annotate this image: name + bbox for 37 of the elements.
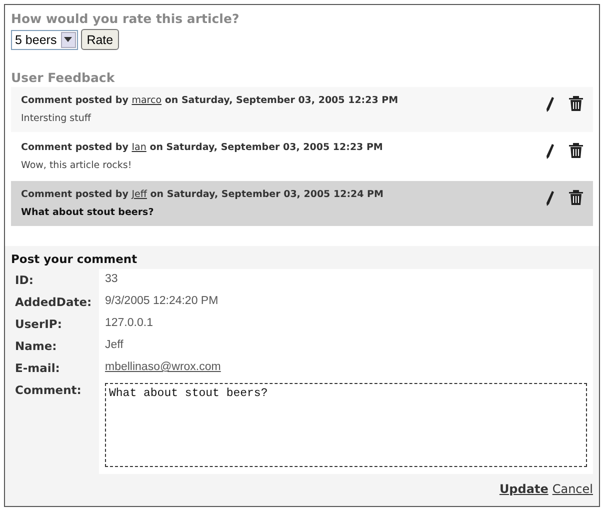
section-title: User Feedback (11, 70, 116, 85)
comment-card[interactable]: Comment posted by marco on Saturday, September 03, 2005 12:23 PM Intersting stuff (11, 87, 593, 132)
field-value: 33 (99, 269, 593, 291)
field-label: Name: (14, 338, 58, 355)
comment-text: Wow, this article rocks! (21, 160, 133, 171)
pencil-icon[interactable] (545, 143, 555, 160)
author-link[interactable]: marco (132, 95, 162, 106)
comment-header: Comment posted by Ian on Saturday, September 03, 2005 12:23 PM (21, 142, 383, 153)
author-link[interactable]: Jeff (132, 189, 147, 200)
trash-icon[interactable] (569, 190, 583, 205)
action-link[interactable]: Update (499, 482, 548, 496)
rating-select[interactable]: 5 beers (11, 30, 78, 50)
trash-icon[interactable] (569, 96, 583, 111)
rating-question: How would you rate this article? (11, 11, 240, 26)
rate-button[interactable]: Rate (80, 29, 120, 50)
action-link[interactable]: Cancel (552, 482, 593, 496)
pencil-icon[interactable] (545, 190, 555, 207)
field-label: ID: (14, 272, 34, 289)
field-value: Jeff (99, 335, 593, 357)
field-label: AddedDate: (14, 294, 93, 311)
comment-text: What about stout beers? (21, 207, 155, 218)
dropdown-arrow-icon (64, 37, 72, 42)
comment-text: Intersting stuff (21, 113, 92, 124)
comment-header: Comment posted by Jeff on Saturday, September 03, 2005 12:24 PM (21, 189, 384, 200)
field-value: 127.0.0.1 (99, 313, 593, 335)
field-label: Comment: (14, 382, 82, 399)
comment-card[interactable]: Comment posted by Jeff on Saturday, September 03, 2005 12:24 PM What about stout beers? (11, 181, 593, 226)
email-link[interactable]: mbellinaso@wrox.com (105, 361, 221, 373)
field-label: E-mail: (14, 360, 61, 377)
field-label: UserIP: (14, 316, 63, 333)
author-link[interactable]: Ian (132, 142, 146, 153)
comment-header: Comment posted by marco on Saturday, September 03, 2005 12:23 PM (21, 95, 398, 106)
form-title: Post your comment (11, 252, 138, 266)
field-value: 9/3/2005 12:24:20 PM (99, 291, 593, 313)
comment-field[interactable]: What about stout beers? (105, 383, 587, 467)
pencil-icon[interactable] (545, 96, 555, 113)
trash-icon[interactable] (569, 143, 583, 158)
